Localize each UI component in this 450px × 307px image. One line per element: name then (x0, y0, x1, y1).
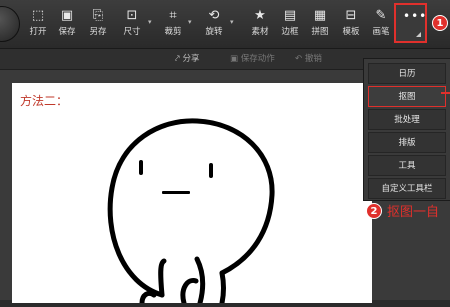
undo-icon: ↶ (295, 54, 303, 64)
size-dropdown-arrow[interactable]: ▾ (148, 18, 152, 26)
save-action-button[interactable]: ▣ 保存动作 (230, 52, 275, 64)
rotate-button[interactable]: ⟲ 旋转 (199, 6, 229, 44)
save-as-button[interactable]: ⎘ 另存 (83, 6, 113, 44)
brush-icon: ✎ (375, 8, 387, 23)
save-action-icon: ▣ (230, 54, 239, 64)
undo-button[interactable]: ↶ 撤销 (295, 52, 322, 64)
collage-icon: ▦ (313, 8, 327, 23)
menu-item-batch[interactable]: 批处理 (368, 109, 446, 130)
border-button[interactable]: ▤ 边框 (275, 6, 305, 44)
template-icon: ⊟ (345, 8, 357, 23)
border-icon: ▤ (283, 8, 297, 23)
main-toolbar: ⬚ 打开 ▣ 保存 ⎘ 另存 ⊡ 尺寸 ▾ ⌗ 裁剪 ▾ ⟲ 旋转 ▾ ★ 素材… (0, 0, 450, 49)
step-2-badge: 2 (366, 203, 382, 219)
crop-icon: ⌗ (169, 8, 177, 23)
brush-button[interactable]: ✎ 画笔 (366, 6, 396, 44)
crop-dropdown-arrow[interactable]: ▾ (188, 18, 192, 26)
resize-icon: ⊡ (126, 8, 138, 23)
expand-corner-icon (416, 32, 421, 37)
menu-item-tools[interactable]: 工具 (368, 155, 446, 176)
menu-item-calendar[interactable]: 日历 (368, 63, 446, 84)
share-icon: ⤤ (175, 54, 180, 64)
cutout-pointer-line (441, 92, 450, 94)
rotate-icon: ⟲ (208, 8, 220, 23)
method-label: 方法二： (20, 94, 69, 108)
menu-item-layout[interactable]: 排版 (368, 132, 446, 153)
cartoon-figure-image (107, 118, 275, 306)
material-button[interactable]: ★ 素材 (245, 6, 275, 44)
share-button[interactable]: ⤤ 分享 (175, 52, 200, 64)
star-icon: ★ (254, 8, 266, 23)
more-tools-menu: 日历 抠图 批处理 排版 工具 自定义工具栏 (363, 58, 450, 201)
step-1-badge: 1 (432, 15, 448, 31)
rotate-dropdown-arrow[interactable]: ▾ (230, 18, 234, 26)
size-button[interactable]: ⊡ 尺寸 (117, 6, 147, 44)
collage-button[interactable]: ▦ 拼图 (305, 6, 335, 44)
app-logo-button[interactable] (0, 6, 20, 42)
crop-button[interactable]: ⌗ 裁剪 (158, 6, 188, 44)
step-2-caption: 抠图一自 (387, 205, 440, 220)
save-icon: ▣ (60, 8, 74, 23)
save-button[interactable]: ▣ 保存 (52, 6, 82, 44)
save-as-icon: ⎘ (92, 8, 104, 23)
menu-item-cutout[interactable]: 抠图 (368, 86, 446, 107)
image-canvas[interactable] (12, 83, 372, 306)
open-image-icon: ⬚ (31, 8, 45, 23)
more-icon: ••• (403, 9, 428, 23)
menu-item-customize-toolbar[interactable]: 自定义工具栏 (368, 178, 446, 199)
more-tools-button[interactable]: ••• (394, 3, 427, 43)
open-button[interactable]: ⬚ 打开 (23, 6, 53, 44)
template-button[interactable]: ⊟ 模板 (336, 6, 366, 44)
